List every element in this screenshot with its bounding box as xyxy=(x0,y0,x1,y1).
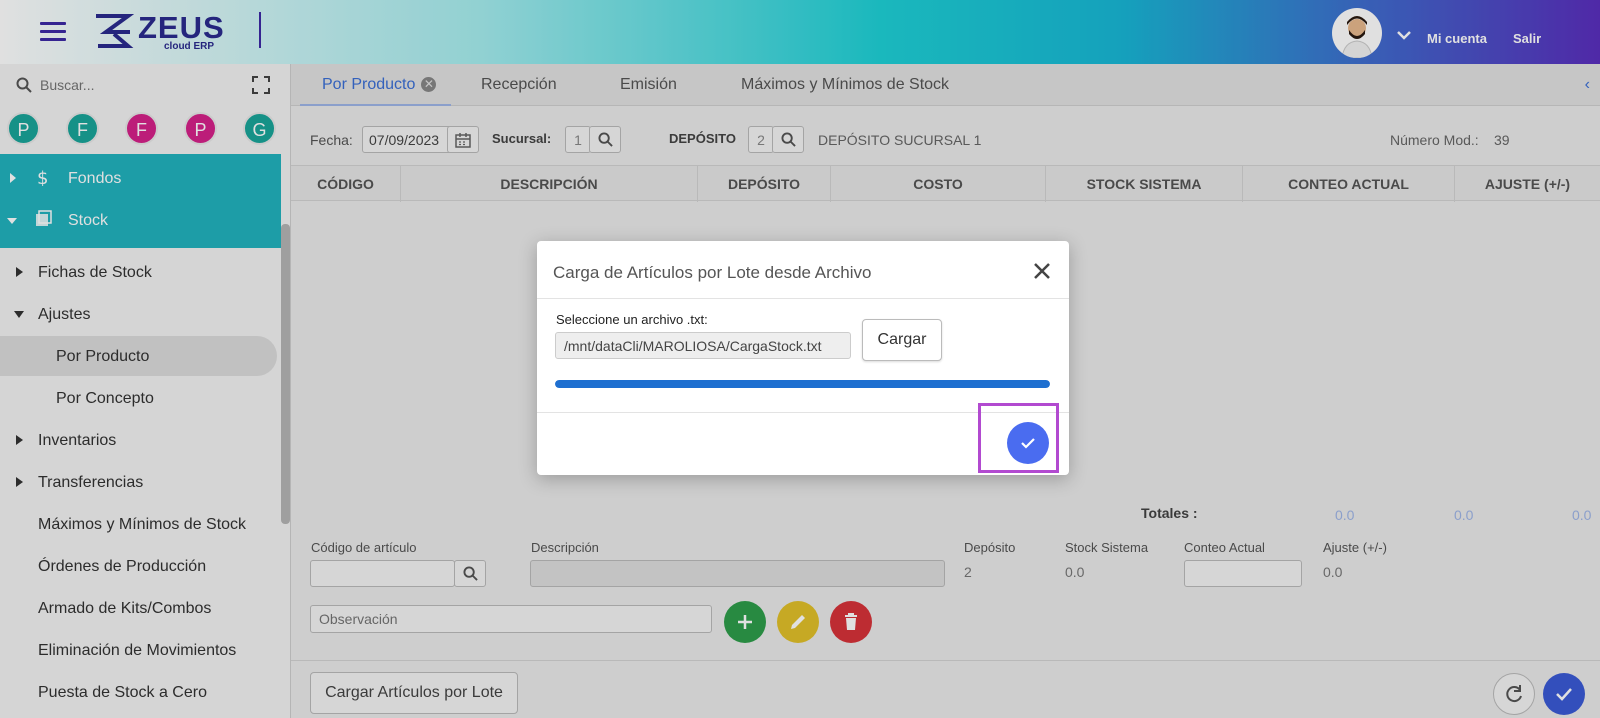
dialog-divider xyxy=(537,298,1069,299)
upload-progress-bar xyxy=(555,380,1050,388)
close-icon[interactable] xyxy=(1030,259,1054,283)
file-label: Seleccione un archivo .txt: xyxy=(556,312,708,327)
upload-dialog: Carga de Artículos por Lote desde Archiv… xyxy=(537,241,1069,475)
dialog-title: Carga de Artículos por Lote desde Archiv… xyxy=(553,263,872,282)
file-path-input[interactable]: /mnt/dataCli/MAROLIOSA/CargaStock.txt xyxy=(555,332,851,359)
check-icon xyxy=(1021,438,1035,449)
dialog-confirm-button[interactable] xyxy=(1007,422,1049,464)
progress-fill xyxy=(555,380,1050,388)
cargar-button[interactable]: Cargar xyxy=(862,319,942,361)
